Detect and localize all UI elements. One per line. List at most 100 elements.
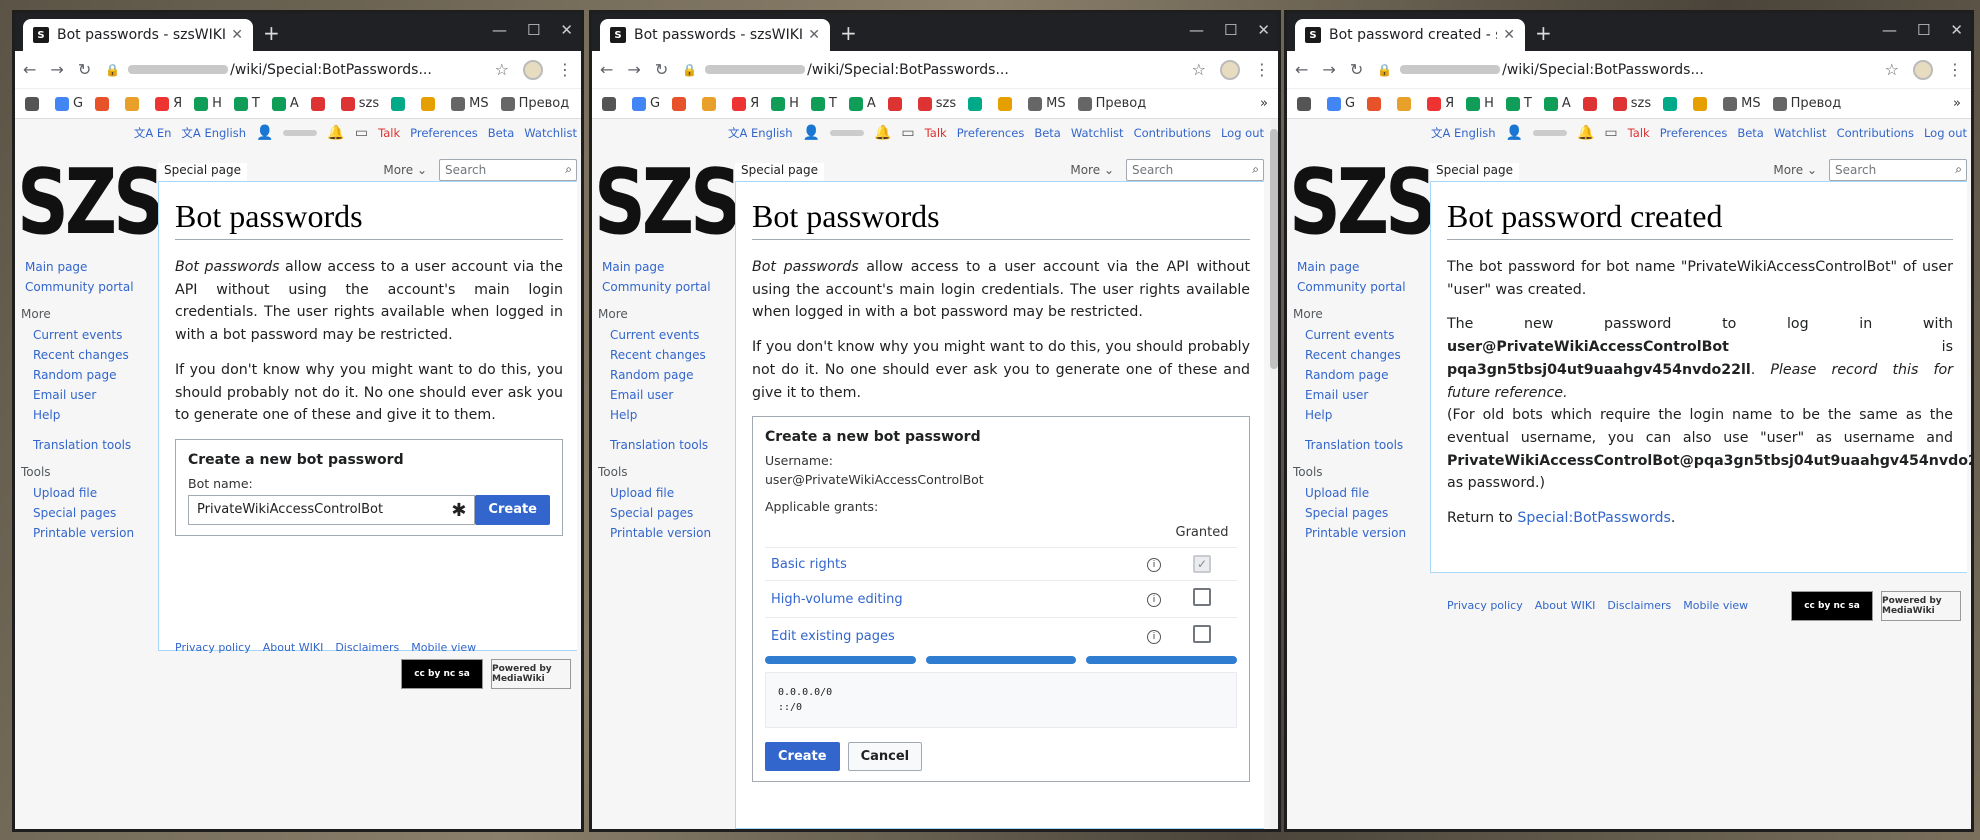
beta-link[interactable]: Beta: [1737, 126, 1764, 140]
bookmark-item[interactable]: H: [1466, 96, 1494, 111]
back-icon[interactable]: ←: [23, 60, 36, 79]
search-icon[interactable]: ⌕: [1955, 162, 1962, 177]
bookmark-item[interactable]: MS: [451, 96, 489, 111]
mobile-view-link[interactable]: Mobile view: [1683, 599, 1748, 612]
close-tab-icon[interactable]: ✕: [231, 27, 243, 43]
bookmark-item[interactable]: A: [271, 96, 299, 111]
grant-edit-existing[interactable]: Edit existing pages: [765, 617, 1106, 655]
sidebar-item-translation-tools[interactable]: Translation tools: [15, 435, 155, 455]
bookmark-item[interactable]: Превод: [1077, 96, 1146, 111]
close-window-icon[interactable]: ✕: [1950, 21, 1963, 39]
sidebar-item[interactable]: Current events: [592, 325, 732, 345]
search-input[interactable]: Search ⌕: [1126, 159, 1264, 181]
disclaimers-link[interactable]: Disclaimers: [335, 641, 399, 654]
section-tab-3[interactable]: [1086, 656, 1238, 665]
bookmark-item[interactable]: [602, 96, 620, 111]
lang-short-link[interactable]: 文A En: [134, 125, 172, 141]
address-bar[interactable]: 🔒/wiki/Special:BotPasswords...: [105, 62, 480, 78]
profile-avatar[interactable]: [1913, 59, 1933, 80]
inbox-icon[interactable]: ▭: [901, 125, 914, 141]
kebab-menu-icon[interactable]: ⋮: [557, 60, 573, 79]
privacy-link[interactable]: Privacy policy: [1447, 599, 1523, 612]
bookmark-item[interactable]: [95, 96, 113, 111]
watchlist-link[interactable]: Watchlist: [1774, 126, 1827, 140]
beta-link[interactable]: Beta: [1034, 126, 1061, 140]
create-button[interactable]: Create: [765, 742, 840, 772]
scrollbar-thumb[interactable]: [1270, 129, 1278, 369]
inbox-icon[interactable]: ▭: [355, 125, 368, 141]
grant-basic-rights[interactable]: Basic rights: [765, 547, 1106, 581]
about-link[interactable]: About WIKI: [263, 641, 324, 654]
sidebar-heading-more[interactable]: More: [592, 297, 732, 325]
bookmark-item[interactable]: Я: [155, 96, 182, 111]
search-input[interactable]: Search ⌕: [439, 159, 577, 181]
bookmark-item[interactable]: T: [233, 96, 260, 111]
bookmark-item[interactable]: [998, 96, 1016, 111]
reload-icon[interactable]: ↻: [78, 60, 91, 79]
sidebar-item-community-portal[interactable]: Community portal: [592, 277, 732, 297]
scrollbar[interactable]: [1270, 119, 1278, 829]
watchlist-link[interactable]: Watchlist: [1071, 126, 1124, 140]
sidebar-item-translation-tools[interactable]: Translation tools: [1287, 435, 1427, 455]
bell-icon[interactable]: 🔔: [874, 125, 891, 141]
new-tab-icon[interactable]: +: [263, 21, 280, 45]
sidebar-item[interactable]: Printable version: [592, 523, 732, 543]
close-tab-icon[interactable]: ✕: [808, 27, 820, 43]
forward-icon[interactable]: →: [1322, 60, 1335, 79]
browser-tab[interactable]: S Bot passwords - szsWIKI ✕: [600, 19, 830, 51]
bookmark-item[interactable]: [672, 96, 690, 111]
minimize-icon[interactable]: —: [492, 21, 507, 39]
sidebar-item[interactable]: Help: [592, 405, 732, 425]
mediawiki-badge[interactable]: Powered by MediaWiki: [491, 659, 571, 689]
maximize-icon[interactable]: ☐: [1224, 21, 1237, 39]
sidebar-item[interactable]: Upload file: [1287, 483, 1427, 503]
maximize-icon[interactable]: ☐: [527, 21, 540, 39]
sidebar-heading-tools[interactable]: Tools: [15, 455, 155, 483]
language-link[interactable]: 文A English: [181, 125, 246, 141]
more-menu[interactable]: More ⌄: [1070, 163, 1114, 177]
bookmark-item[interactable]: Превод: [500, 96, 569, 111]
sidebar-item-community-portal[interactable]: Community portal: [1287, 277, 1427, 297]
back-icon[interactable]: ←: [1295, 60, 1308, 79]
bell-icon[interactable]: 🔔: [327, 125, 344, 141]
bot-name-input[interactable]: PrivateWikiAccessControlBot ✱: [188, 495, 476, 526]
cc-license-badge[interactable]: cc by nc sa: [1791, 591, 1873, 621]
info-icon[interactable]: i: [1147, 593, 1161, 608]
bookmark-item[interactable]: G: [632, 96, 660, 111]
bookmark-item[interactable]: szs: [1612, 96, 1651, 111]
bookmark-item[interactable]: [1397, 96, 1415, 111]
preferences-link[interactable]: Preferences: [1660, 126, 1728, 140]
bookmark-item[interactable]: [702, 96, 720, 111]
reload-icon[interactable]: ↻: [655, 60, 668, 79]
close-tab-icon[interactable]: ✕: [1503, 27, 1515, 43]
bookmark-item[interactable]: szs: [917, 96, 956, 111]
minimize-icon[interactable]: —: [1882, 21, 1897, 39]
user-icon[interactable]: 👤: [1506, 125, 1523, 141]
search-icon[interactable]: ⌕: [1252, 162, 1259, 177]
sidebar-item[interactable]: Special pages: [592, 503, 732, 523]
talk-link[interactable]: Talk: [925, 126, 947, 140]
about-link[interactable]: About WIKI: [1535, 599, 1596, 612]
bookmark-item[interactable]: [1693, 96, 1711, 111]
kebab-menu-icon[interactable]: ⋮: [1947, 60, 1963, 79]
more-bookmarks-icon[interactable]: »: [1260, 96, 1268, 111]
sidebar-item[interactable]: Printable version: [15, 523, 155, 543]
logout-link[interactable]: Log out: [1221, 126, 1264, 140]
profile-avatar[interactable]: [1220, 59, 1240, 80]
mediawiki-badge[interactable]: Powered by MediaWiki: [1881, 591, 1961, 621]
profile-avatar[interactable]: [523, 59, 543, 80]
sidebar-item-translation-tools[interactable]: Translation tools: [592, 435, 732, 455]
logout-link[interactable]: Log out: [1924, 126, 1967, 140]
bookmark-item[interactable]: [1663, 96, 1681, 111]
sidebar-item[interactable]: Random page: [15, 365, 155, 385]
bookmark-item[interactable]: MS: [1028, 96, 1066, 111]
more-menu[interactable]: More ⌄: [383, 163, 427, 177]
bookmark-item[interactable]: A: [1543, 96, 1571, 111]
star-icon[interactable]: ☆: [1885, 60, 1899, 79]
cancel-button[interactable]: Cancel: [847, 742, 923, 772]
sidebar-item[interactable]: Special pages: [15, 503, 155, 523]
sidebar-item[interactable]: Help: [1287, 405, 1427, 425]
bookmark-item[interactable]: MS: [1723, 96, 1761, 111]
disclaimers-link[interactable]: Disclaimers: [1607, 599, 1671, 612]
kebab-menu-icon[interactable]: ⋮: [1254, 60, 1270, 79]
